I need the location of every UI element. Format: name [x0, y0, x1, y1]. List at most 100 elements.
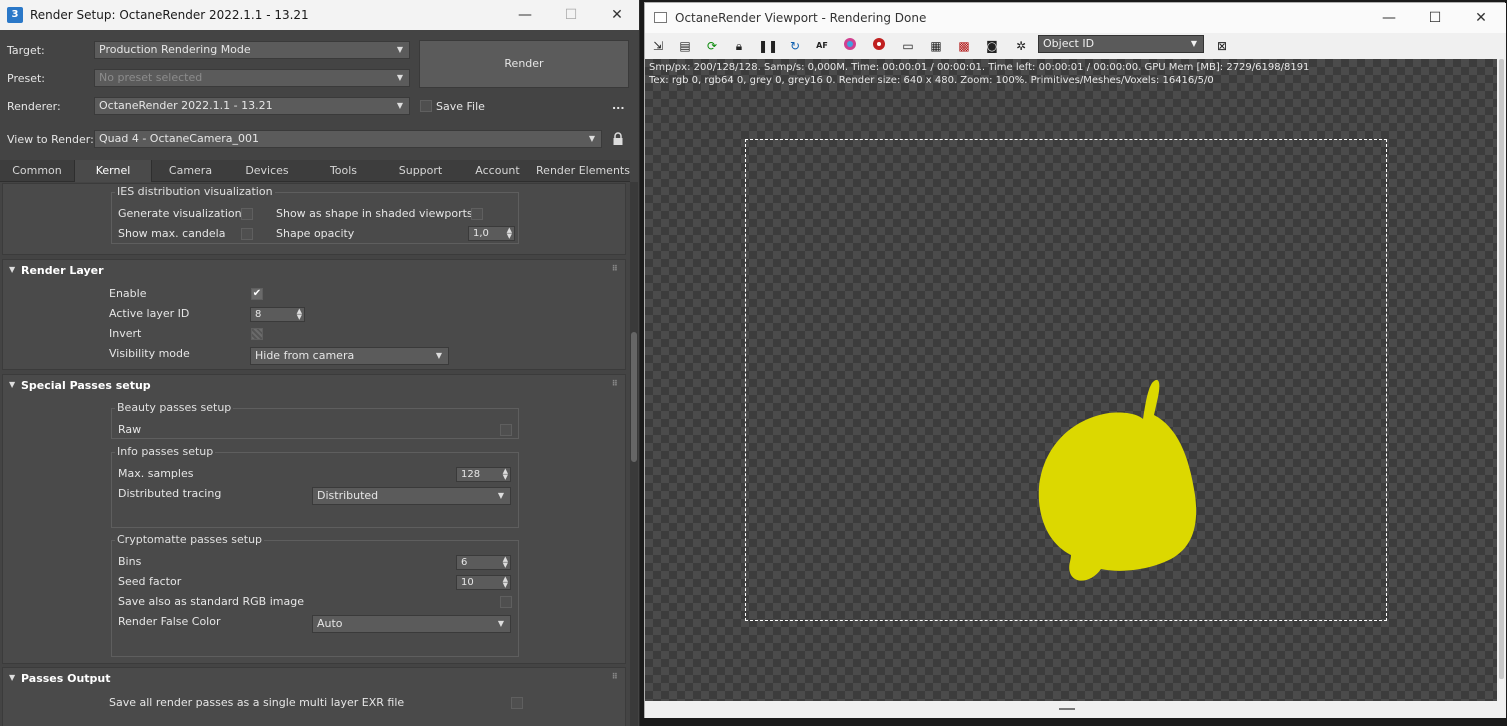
- renderer-dropdown[interactable]: OctaneRender 2022.1.1 - 13.21 ▼: [94, 97, 410, 115]
- false-color-dropdown[interactable]: Auto ▼: [312, 615, 511, 633]
- save-file-label: Save File: [436, 100, 485, 113]
- invert-label: Invert: [109, 327, 142, 340]
- active-layer-value: 8: [255, 309, 262, 320]
- seed-factor-value: 10: [461, 577, 474, 588]
- tab-render-elements[interactable]: Render Elements: [536, 160, 630, 182]
- special-passes-title: Special Passes setup: [21, 379, 151, 392]
- more-options-button[interactable]: ...: [612, 99, 625, 112]
- collapse-triangle-icon[interactable]: ▼: [9, 673, 15, 682]
- expand-view-icon[interactable]: ⊠: [1213, 37, 1231, 55]
- enable-checkbox[interactable]: ✔: [251, 288, 263, 300]
- spinner-arrows-icon[interactable]: ▲ ▼: [503, 556, 508, 569]
- spinner-arrows-icon[interactable]: ▲ ▼: [503, 576, 508, 589]
- ies-group: IES distribution visualization Generate …: [111, 185, 519, 244]
- pause-icon[interactable]: ❚❚: [758, 37, 778, 55]
- maximize-button[interactable]: ☐: [1412, 3, 1458, 33]
- tab-account[interactable]: Account: [459, 160, 536, 182]
- generate-visualization-checkbox[interactable]: [241, 208, 253, 220]
- special-passes-header[interactable]: ▼ Special Passes setup ⠿: [3, 375, 625, 395]
- preset-label: Preset:: [7, 72, 46, 85]
- distributed-tracing-dropdown[interactable]: Distributed ▼: [312, 487, 511, 505]
- spinner-arrows-icon[interactable]: ▲ ▼: [297, 308, 302, 321]
- render-region-icon[interactable]: ▦: [927, 37, 945, 55]
- tab-tools[interactable]: Tools: [305, 160, 382, 182]
- raw-label: Raw: [118, 423, 142, 436]
- raw-checkbox[interactable]: [500, 424, 512, 436]
- pass-selector-dropdown[interactable]: Object ID ▼: [1038, 35, 1204, 53]
- render-canvas[interactable]: Smp/px: 200/128/128. Samp/s: 0,000M. Tim…: [645, 59, 1497, 701]
- invert-checkbox[interactable]: [251, 328, 263, 340]
- max-samples-label: Max. samples: [118, 467, 194, 480]
- save-rgb-checkbox[interactable]: [500, 596, 512, 608]
- shape-opacity-spinner[interactable]: 1,0 ▲ ▼: [468, 226, 515, 241]
- viewport-vertical-scrollbar[interactable]: [1497, 59, 1506, 701]
- max-samples-spinner[interactable]: 128 ▲ ▼: [456, 467, 511, 482]
- render-farm-icon[interactable]: ▩: [955, 37, 973, 55]
- lock-icon[interactable]: [612, 131, 624, 147]
- restart-icon[interactable]: ↻: [786, 37, 804, 55]
- active-layer-spinner[interactable]: 8 ▲ ▼: [250, 307, 305, 322]
- spinner-arrows-icon[interactable]: ▲ ▼: [507, 227, 512, 240]
- drag-grip-icon[interactable]: ⠿: [612, 264, 618, 273]
- resize-grip-icon[interactable]: [1059, 708, 1075, 710]
- tab-support[interactable]: Support: [382, 160, 459, 182]
- info-passes-group: Info passes setup Max. samples 128 ▲ ▼ Dis…: [111, 445, 519, 528]
- render-layer-header[interactable]: ▼ Render Layer ⠿: [3, 260, 625, 280]
- bins-spinner[interactable]: 6 ▲ ▼: [456, 555, 511, 570]
- settings-gear-icon[interactable]: ✲: [1012, 37, 1030, 55]
- export-icon[interactable]: ⇲: [649, 37, 667, 55]
- save-all-passes-checkbox[interactable]: [511, 697, 523, 709]
- viewport-title-bar: OctaneRender Viewport - Rendering Done —…: [645, 3, 1506, 33]
- close-button[interactable]: ✕: [1458, 3, 1504, 33]
- passes-output-header[interactable]: ▼ Passes Output ⠿: [3, 668, 625, 688]
- camera-icon[interactable]: ◙: [983, 37, 1001, 55]
- render-button[interactable]: Render: [419, 40, 629, 88]
- tab-common[interactable]: Common: [0, 160, 74, 182]
- drag-grip-icon[interactable]: ⠿: [612, 379, 618, 388]
- show-candela-checkbox[interactable]: [241, 228, 253, 240]
- renderer-value: OctaneRender 2022.1.1 - 13.21: [99, 99, 273, 112]
- drag-grip-icon[interactable]: ⠿: [612, 672, 618, 681]
- seed-factor-spinner[interactable]: 10 ▲ ▼: [456, 575, 511, 590]
- tab-kernel[interactable]: Kernel: [74, 160, 152, 182]
- shape-opacity-label: Shape opacity: [276, 227, 355, 240]
- close-button[interactable]: ✕: [594, 0, 639, 30]
- monitor-icon[interactable]: ▭: [899, 37, 917, 55]
- af-focus-icon[interactable]: AF: [813, 37, 831, 55]
- maximize-button: ☐: [564, 7, 578, 23]
- visibility-mode-value: Hide from camera: [255, 349, 355, 362]
- target-dropdown[interactable]: Production Rendering Mode ▼: [94, 41, 410, 59]
- collapse-triangle-icon[interactable]: ▼: [9, 265, 15, 274]
- preset-value: No preset selected: [99, 71, 203, 84]
- render-layer-panel: ▼ Render Layer ⠿ Enable ✔ Active layer I…: [2, 259, 626, 370]
- view-to-render-dropdown[interactable]: Quad 4 - OctaneCamera_001 ▼: [94, 130, 602, 148]
- vertical-scrollbar[interactable]: [630, 182, 638, 726]
- preset-dropdown[interactable]: No preset selected ▼: [94, 69, 410, 87]
- octane-viewport-window: OctaneRender Viewport - Rendering Done —…: [644, 2, 1506, 718]
- window-title: Render Setup: OctaneRender 2022.1.1 - 13…: [30, 8, 309, 22]
- film-reel-icon[interactable]: [870, 37, 888, 55]
- scrollbar-thumb[interactable]: [1499, 59, 1504, 679]
- collapse-triangle-icon[interactable]: ▼: [9, 380, 15, 389]
- clipboard-icon[interactable]: ▤: [676, 37, 694, 55]
- show-shape-checkbox[interactable]: [471, 208, 483, 220]
- spinner-arrows-icon[interactable]: ▲ ▼: [503, 468, 508, 481]
- chevron-down-icon: ▼: [1190, 39, 1197, 48]
- lock-icon[interactable]: 🔒︎: [730, 37, 748, 55]
- target-label: Target:: [7, 44, 45, 57]
- visibility-mode-dropdown[interactable]: Hide from camera ▼: [250, 347, 449, 365]
- viewport-horizontal-scrollbar[interactable]: [645, 701, 1506, 718]
- show-candela-label: Show max. candela: [118, 227, 226, 240]
- color-wheel-icon[interactable]: [841, 37, 859, 55]
- tab-camera[interactable]: Camera: [152, 160, 229, 182]
- pass-selector-value: Object ID: [1043, 37, 1095, 50]
- tab-devices[interactable]: Devices: [229, 160, 305, 182]
- chevron-down-icon: ▼: [396, 73, 403, 82]
- window-icon: [654, 12, 667, 23]
- render-stats-line-1: Smp/px: 200/128/128. Samp/s: 0,000M. Tim…: [649, 62, 1310, 73]
- minimize-button[interactable]: —: [1366, 3, 1412, 33]
- minimize-button[interactable]: —: [502, 0, 548, 30]
- refresh-icon[interactable]: ⟳: [703, 37, 721, 55]
- scrollbar-thumb[interactable]: [631, 332, 637, 462]
- save-file-checkbox[interactable]: [420, 100, 432, 112]
